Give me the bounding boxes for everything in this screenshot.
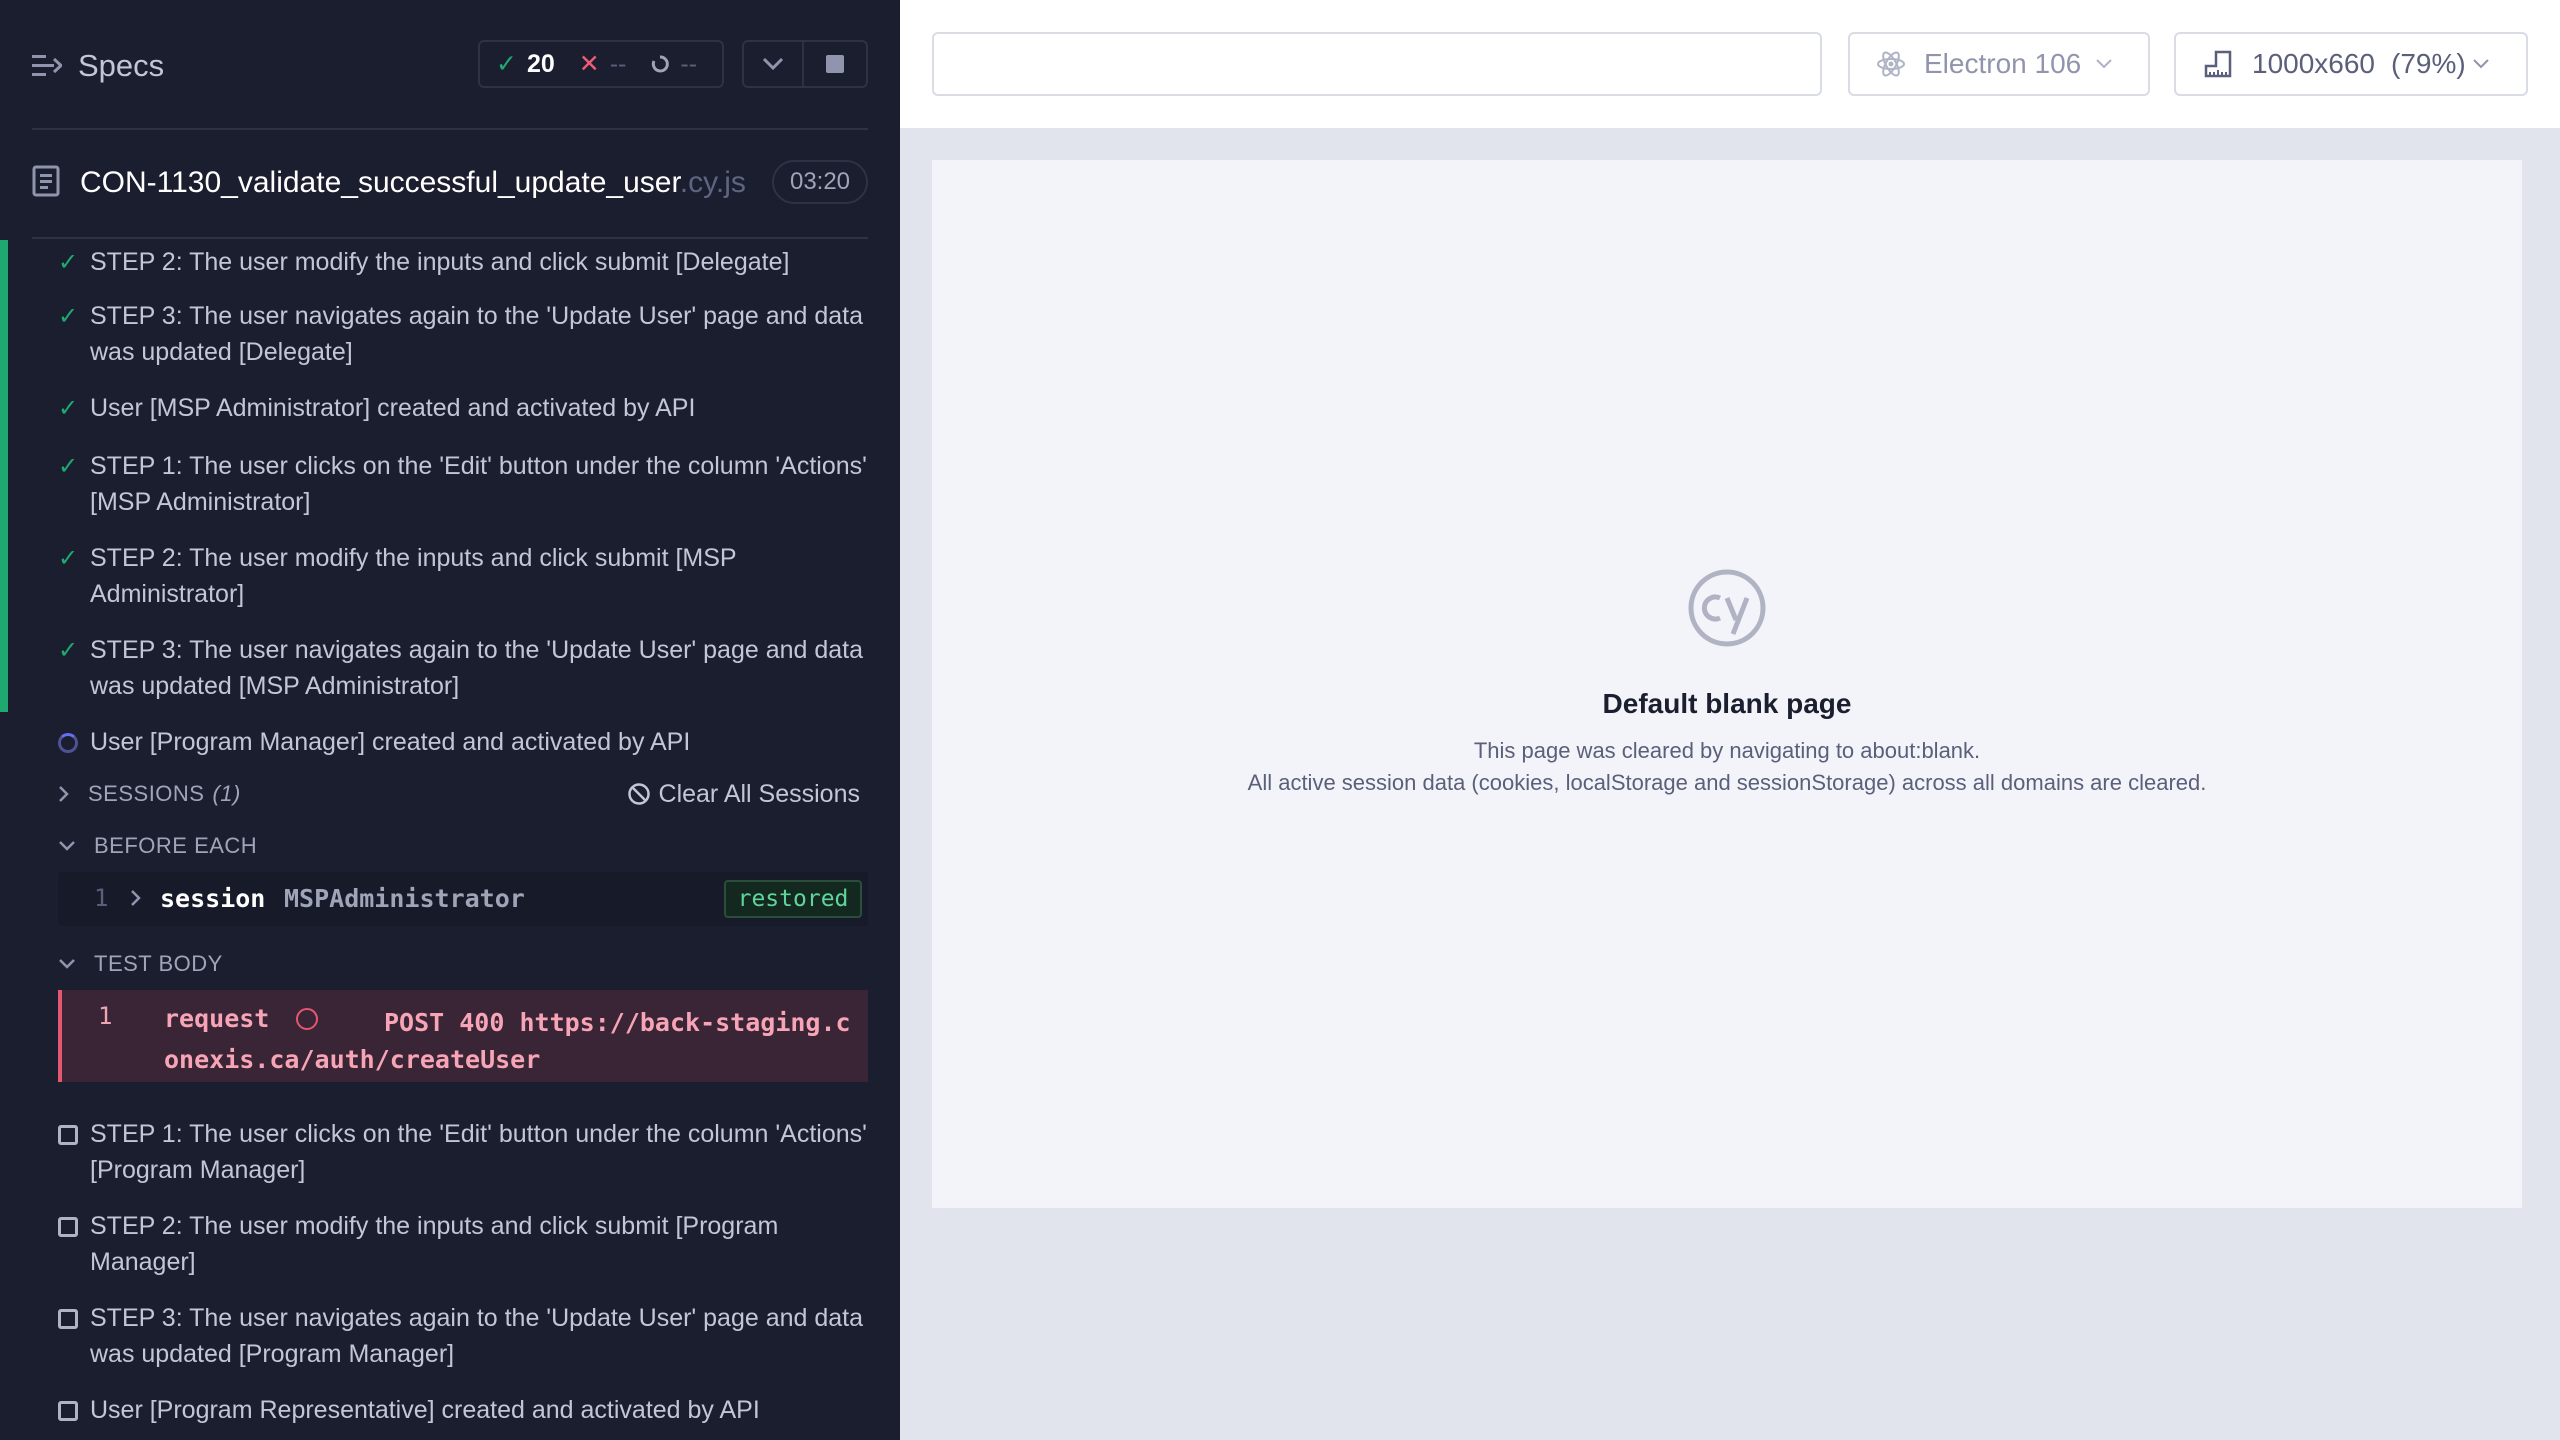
cypress-logo-icon [1688, 569, 1766, 647]
browser-selector[interactable]: Electron 106 [1848, 32, 2150, 96]
zoom-level: (79%) [2391, 48, 2466, 79]
test-title: STEP 2: The user modify the inputs and c… [90, 544, 737, 608]
aut-header: Electron 106 1000x660 (79%) [900, 0, 2560, 128]
test-item[interactable]: ✓ STEP 3: The user navigates again to th… [58, 298, 868, 370]
spec-file-name: CON-1130_validate_successful_update_user… [80, 166, 746, 200]
x-icon: ✕ [578, 50, 600, 78]
command-number: 1 [98, 1002, 113, 1030]
spec-duration: 03:20 [772, 160, 868, 204]
chevron-right-icon [59, 786, 69, 802]
test-title: User [Program Representative] created an… [90, 1396, 760, 1424]
block-icon [627, 783, 650, 805]
specs-label: Specs [78, 48, 165, 83]
chevron-down-icon [2096, 59, 2112, 69]
check-icon: ✓ [58, 395, 79, 422]
pending-square-icon [58, 1217, 78, 1237]
viewport-selector[interactable]: 1000x660 (79%) [2174, 32, 2528, 96]
test-title: STEP 3: The user navigates again to the … [90, 636, 864, 700]
ruler-icon [2204, 50, 2232, 78]
stats-summary: ✓ 20 ✕ -- -- [478, 40, 724, 88]
stop-icon [826, 55, 844, 73]
chevron-down-icon [59, 841, 75, 851]
passed-stat: ✓ 20 [496, 49, 555, 79]
specs-list-icon [32, 55, 62, 76]
spec-file-row: CON-1130_validate_successful_update_user… [0, 150, 900, 240]
failed-stat: ✕ -- [579, 49, 627, 79]
test-title: User [MSP Administrator] created and act… [90, 394, 696, 422]
sessions-count: (1) [212, 781, 241, 806]
sessions-label: SESSIONS [88, 781, 205, 806]
chevron-right-icon[interactable] [130, 888, 142, 908]
test-title: STEP 2: The user modify the inputs and c… [90, 248, 790, 276]
command-message: POST 400 https://back-staging.conexis.ca… [164, 1008, 851, 1074]
test-body-label: TEST BODY [94, 951, 223, 976]
electron-icon [1877, 51, 1905, 77]
command-name: session [160, 884, 266, 913]
browser-label: Electron 106 [1924, 48, 2082, 79]
before-each-label: BEFORE EACH [94, 833, 258, 858]
reporter-panel: Specs ✓ 20 ✕ -- -- CON-1130_validate_suc… [0, 0, 900, 1440]
command-number: 1 [94, 884, 109, 912]
pending-square-icon [58, 1309, 78, 1329]
reporter-header: Specs ✓ 20 ✕ -- -- [0, 0, 900, 130]
expand-collapse-button[interactable] [742, 40, 804, 88]
command-message: MSPAdministrator [284, 884, 525, 913]
chevron-down-icon [762, 57, 784, 71]
blank-page-title: Default blank page [1602, 688, 1852, 719]
session-status-badge: restored [724, 880, 862, 918]
test-title: STEP 3: The user navigates again to the … [90, 302, 864, 366]
blank-page-description-2: All active session data (cookies, localS… [1247, 770, 2207, 795]
test-item-running[interactable]: User [Program Manager] created and activ… [58, 724, 868, 760]
test-title: STEP 2: The user modify the inputs and c… [90, 1212, 779, 1276]
test-title: STEP 3: The user navigates again to the … [90, 1304, 864, 1368]
viewport-size: 1000x660 [2252, 48, 2376, 79]
chevron-down-icon [59, 959, 75, 969]
command-row-request[interactable]: 1 request POST 400 https://back-staging.… [58, 990, 868, 1082]
test-item[interactable]: User [Program Representative] created an… [58, 1392, 868, 1428]
url-input[interactable] [932, 32, 1822, 96]
test-body-toggle[interactable]: TEST BODY [58, 946, 868, 982]
failed-count: -- [609, 49, 627, 78]
passed-count: 20 [526, 49, 555, 78]
document-icon [32, 165, 60, 197]
check-icon: ✓ [58, 303, 79, 330]
check-icon: ✓ [58, 249, 79, 276]
aut-iframe[interactable]: Default blank page This page was cleared… [932, 160, 2522, 1208]
clear-all-sessions-label: Clear All Sessions [658, 779, 860, 808]
clear-all-sessions-button[interactable]: Clear All Sessions [627, 776, 860, 812]
command-row-session[interactable]: 1 session MSPAdministrator restored [58, 872, 868, 926]
before-each-toggle[interactable]: BEFORE EACH [58, 828, 868, 864]
check-icon: ✓ [58, 545, 79, 572]
check-icon: ✓ [58, 637, 79, 664]
pending-square-icon [58, 1401, 78, 1421]
check-icon: ✓ [496, 50, 517, 78]
chevron-down-icon [2473, 59, 2489, 69]
pending-stat: -- [650, 50, 697, 79]
test-item[interactable]: ✓ STEP 2: The user modify the inputs and… [58, 540, 868, 612]
test-item[interactable]: ✓ STEP 2: The user modify the inputs and… [58, 244, 868, 280]
check-icon: ✓ [58, 453, 79, 480]
spec-name-text: CON-1130_validate_successful_update_user [80, 166, 680, 199]
blank-page-description-1: This page was cleared by navigating to a… [1473, 738, 1981, 763]
passed-indicator-bar [0, 240, 8, 712]
test-item[interactable]: ✓ STEP 1: The user clicks on the 'Edit' … [58, 448, 868, 520]
specs-button[interactable]: Specs [32, 46, 164, 86]
test-item[interactable]: STEP 2: The user modify the inputs and c… [58, 1208, 868, 1280]
test-title: STEP 1: The user clicks on the 'Edit' bu… [90, 452, 867, 516]
test-item[interactable]: ✓ STEP 3: The user navigates again to th… [58, 632, 868, 704]
test-item[interactable]: STEP 1: The user clicks on the 'Edit' bu… [58, 1116, 868, 1188]
spec-file-extension: .cy.js [679, 166, 746, 199]
test-item[interactable]: STEP 3: The user navigates again to the … [58, 1300, 868, 1372]
sessions-toggle[interactable]: SESSIONS (1) Clear All Sessions [58, 776, 868, 812]
pending-count: -- [680, 49, 698, 78]
pending-circle-icon [652, 55, 670, 73]
test-item[interactable]: ✓ User [MSP Administrator] created and a… [58, 390, 868, 426]
stop-button[interactable] [802, 40, 868, 88]
spec-divider [32, 237, 868, 239]
test-title: STEP 1: The user clicks on the 'Edit' bu… [90, 1120, 867, 1184]
running-spinner-icon [58, 733, 78, 753]
header-divider [32, 128, 868, 130]
pending-square-icon [58, 1125, 78, 1145]
test-title: User [Program Manager] created and activ… [90, 728, 691, 756]
